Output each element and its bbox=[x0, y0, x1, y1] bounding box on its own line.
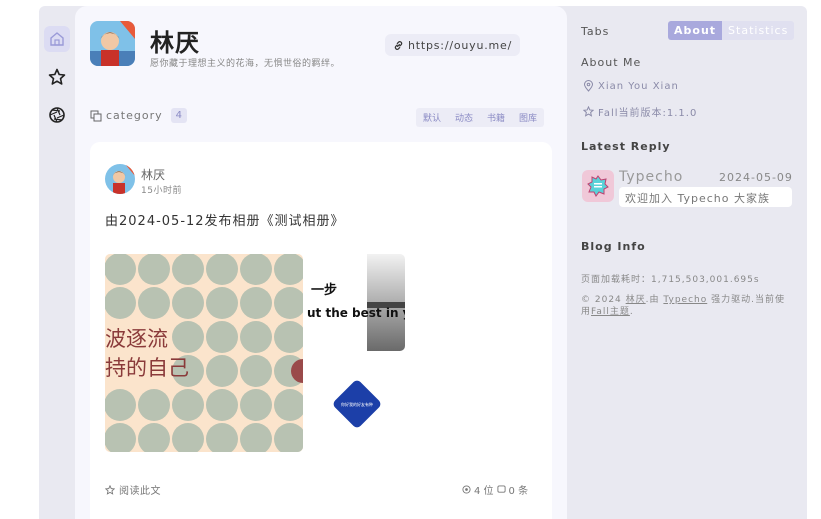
comments-count: 0 条 bbox=[508, 486, 529, 497]
sidebar-tab-switch: About Statistics bbox=[668, 21, 795, 40]
main-panel: 林厌 愿你藏于理想主义的花海，无惧世俗的羁绊。 https://ouyu.me/… bbox=[75, 6, 567, 519]
read-more-label: 阅读此文 bbox=[119, 486, 161, 497]
gallery-image-1[interactable]: 波逐流 持的自己 bbox=[105, 254, 303, 452]
star-outline-icon bbox=[583, 106, 594, 117]
site-url-text: https://ouyu.me/ bbox=[408, 38, 513, 52]
views-count: 4 位 bbox=[474, 486, 494, 497]
tab-statistics[interactable]: Statistics bbox=[722, 21, 795, 40]
version-text: Fall当前版本:1.1.0 bbox=[598, 108, 698, 119]
copyright-text: © 2024 林厌.由 Typecho 强力驱动.当前使用Fall主题. bbox=[581, 294, 793, 318]
link-icon bbox=[394, 40, 403, 50]
blog-info-heading: Blog Info bbox=[581, 240, 646, 253]
copy-icon bbox=[90, 110, 102, 121]
fall-theme-link[interactable]: Fall主题 bbox=[591, 307, 630, 317]
star-outline-icon bbox=[105, 484, 115, 495]
gallery-image-2[interactable]: 一步 ut the best in y bbox=[307, 254, 405, 351]
post-author-avatar[interactable] bbox=[105, 164, 135, 194]
site-description: 愿你藏于理想主义的花海，无惧世俗的羁绊。 bbox=[150, 59, 341, 69]
copyright-end: . bbox=[629, 307, 634, 317]
aperture-icon bbox=[49, 107, 65, 123]
site-avatar[interactable] bbox=[90, 21, 135, 66]
reply-date: 2024-05-09 bbox=[719, 171, 793, 184]
load-time-text: 页面加载耗时：1,715,503,001.695s bbox=[581, 275, 760, 285]
eye-icon bbox=[462, 485, 471, 494]
reply-author[interactable]: Typecho bbox=[619, 169, 683, 185]
location-pin-icon bbox=[583, 80, 594, 92]
gallery-image-3[interactable]: 你好我的好友有种 bbox=[330, 377, 384, 431]
tab-about[interactable]: About bbox=[668, 21, 723, 40]
gallery-image-1-line-2: 持的自己 bbox=[105, 356, 189, 380]
left-rail bbox=[39, 6, 75, 519]
category-tabs: 默认 动态 书籍 图库 bbox=[416, 108, 545, 127]
post-text: 由2024-05-12发布相册《测试相册》 bbox=[105, 214, 345, 229]
category-label: category bbox=[106, 109, 163, 122]
tabs-label: Tabs bbox=[581, 25, 610, 38]
copyright-author-link[interactable]: 林厌 bbox=[626, 295, 646, 305]
site-url-link[interactable]: https://ouyu.me/ bbox=[385, 34, 521, 56]
copyright-mid: .由 bbox=[645, 295, 664, 305]
about-me-heading: About Me bbox=[581, 56, 642, 69]
site-name: 林厌 bbox=[150, 29, 200, 57]
rail-star-button[interactable] bbox=[44, 64, 70, 90]
home-icon bbox=[50, 32, 64, 46]
tab-default[interactable]: 默认 bbox=[416, 108, 448, 127]
post-stats: 4 位 0 条 bbox=[462, 482, 528, 497]
star-icon bbox=[48, 68, 66, 85]
post-card: 林厌 15小时前 由2024-05-12发布相册《测试相册》 波逐流 持的自己 bbox=[90, 142, 552, 519]
location-text: Xian You Xian bbox=[598, 80, 679, 92]
category-header: category 4 bbox=[90, 108, 187, 123]
latest-reply-heading: Latest Reply bbox=[581, 140, 671, 153]
copyright-prefix: © 2024 bbox=[581, 295, 626, 305]
read-more-link[interactable]: 阅读此文 bbox=[105, 482, 161, 497]
category-count: 4 bbox=[170, 108, 187, 123]
gallery-image-1-line-1: 波逐流 bbox=[105, 327, 168, 351]
rail-aperture-button[interactable] bbox=[44, 102, 70, 128]
tab-books[interactable]: 书籍 bbox=[480, 108, 512, 127]
reply-text[interactable]: 欢迎加入 Typecho 大家族 bbox=[619, 187, 792, 207]
typecho-link[interactable]: Typecho bbox=[663, 295, 707, 305]
location-item: Xian You Xian bbox=[583, 80, 679, 92]
typecho-logo-icon bbox=[587, 175, 609, 197]
tab-gallery[interactable]: 图库 bbox=[512, 108, 544, 127]
tab-moments[interactable]: 动态 bbox=[448, 108, 480, 127]
version-item: Fall当前版本:1.1.0 bbox=[583, 104, 697, 119]
post-author-name[interactable]: 林厌 bbox=[141, 166, 165, 183]
post-time: 15小时前 bbox=[141, 186, 182, 196]
gallery-image-2-line-1: 一步 bbox=[311, 282, 337, 298]
rail-home-button[interactable] bbox=[44, 26, 70, 52]
gallery-image-3-text: 你好我的好友有种 bbox=[341, 401, 373, 407]
comment-icon bbox=[496, 485, 506, 493]
reply-avatar[interactable] bbox=[582, 170, 614, 202]
gallery-image-2-line-2: ut the best in y bbox=[307, 306, 405, 320]
